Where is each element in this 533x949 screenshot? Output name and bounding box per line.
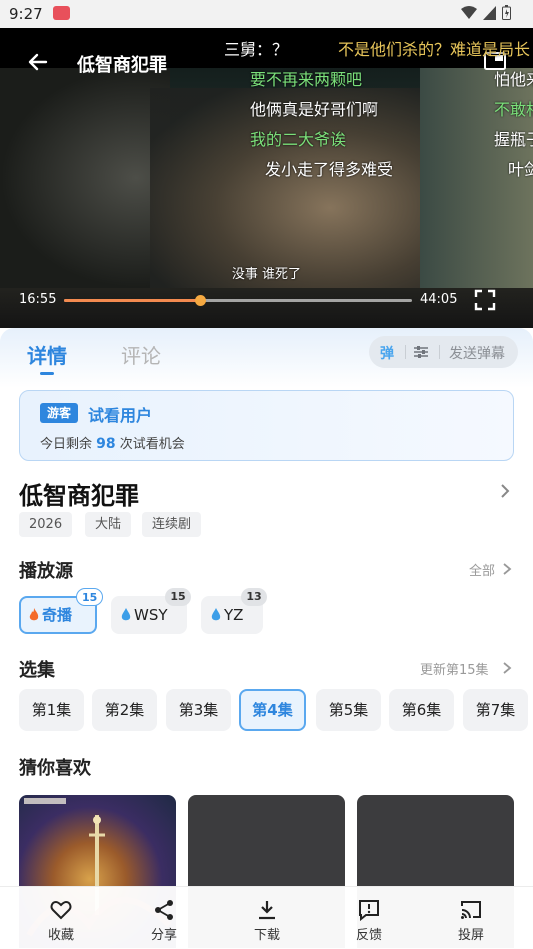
tag-region: 大陆 <box>85 512 132 537</box>
tab-detail[interactable]: 详情 <box>27 340 67 369</box>
danmaku-comment: 握瓶子 <box>494 130 533 149</box>
download-label: 下载 <box>253 928 280 943</box>
fire-icon <box>29 608 39 621</box>
guest-trial-card[interactable]: 游客 试看用户 今日剩余 98 次试看机会 <box>19 390 514 461</box>
favorite-button[interactable]: 收藏 <box>31 887 91 949</box>
source-name: 奇播 <box>42 606 73 624</box>
tab-comment[interactable]: 评论 <box>121 340 161 369</box>
chevron-right-icon[interactable] <box>499 483 511 499</box>
episode-button[interactable]: 第3集 <box>166 689 231 731</box>
feedback-button[interactable]: 反馈 <box>339 887 399 949</box>
video-frame-left <box>0 68 170 288</box>
progress-fill <box>64 299 200 302</box>
episode-button[interactable]: 第2集 <box>92 689 157 731</box>
episodes-more-link[interactable]: 更新第15集 <box>420 659 489 678</box>
drop-icon <box>211 608 221 621</box>
show-title[interactable]: 低智商犯罪 <box>19 476 139 511</box>
wifi-icon <box>461 5 477 19</box>
tab-active-indicator <box>40 372 54 375</box>
send-danmaku-button[interactable]: 发送弹幕 <box>449 343 505 363</box>
share-label: 分享 <box>150 928 177 943</box>
current-time: 16:55 <box>19 292 57 307</box>
feedback-label: 反馈 <box>355 928 382 943</box>
sources-more-link[interactable]: 全部 <box>469 560 495 579</box>
download-icon <box>259 901 275 920</box>
favorite-label: 收藏 <box>47 928 74 943</box>
video-player[interactable]: 低智商犯罪 三舅：？ 不是他们杀的？难道是局长 要不再来两颗吧 怕他来 他俩真是… <box>0 28 533 328</box>
player-title: 低智商犯罪 <box>77 55 167 76</box>
status-icons <box>461 5 511 20</box>
video-subtitle: 没事 谁死了 <box>231 267 302 282</box>
episode-button[interactable]: 第1集 <box>19 689 84 731</box>
danmaku-comment: 怕他来 <box>494 70 533 89</box>
detail-panel: 详情 评论 弹 发送弹幕 游客 试看用户 今日剩余 98 次试看机会 低智商犯罪… <box>0 328 533 948</box>
episode-button[interactable]: 第6集 <box>389 689 454 731</box>
share-icon <box>155 900 173 920</box>
recommend-title: 猜你喜欢 <box>19 758 91 779</box>
status-bar: 9:27 <box>0 0 533 28</box>
source-name: WSY <box>134 606 168 624</box>
episodes-title: 选集 <box>19 660 55 681</box>
source-button-qibo[interactable]: 奇播 15 <box>19 588 104 634</box>
tag-year: 2026 <box>19 512 73 537</box>
danmaku-toggle-button[interactable]: 弹 <box>380 343 394 363</box>
signal-icon <box>483 5 496 20</box>
danmaku-comment: 他俩真是好哥们啊 <box>250 100 379 119</box>
source-button-yz[interactable]: YZ 13 <box>201 588 267 634</box>
tag-type: 连续剧 <box>142 512 202 537</box>
trial-quota-count: 98 <box>96 436 116 452</box>
danmaku-comment: 不敢相 <box>494 100 533 119</box>
chevron-right-icon[interactable] <box>502 562 512 576</box>
danmaku-input-bar: 弹 发送弹幕 <box>369 336 518 368</box>
danmaku-comment: 我的二大爷诶 <box>250 130 347 149</box>
battery-icon <box>502 5 511 20</box>
cast-button[interactable]: 投屏 <box>441 887 501 949</box>
episode-button[interactable]: 第5集 <box>316 689 381 731</box>
heart-icon <box>50 900 72 920</box>
danmaku-comment: 三舅：？ <box>224 40 289 59</box>
danmaku-settings-icon[interactable] <box>413 344 429 360</box>
source-count-badge: 15 <box>165 588 191 606</box>
download-button[interactable]: 下载 <box>237 887 297 949</box>
danmaku-comment: 发小走了得多难受 <box>265 160 394 179</box>
status-time: 9:27 <box>9 5 43 23</box>
progress-handle[interactable] <box>194 295 206 306</box>
source-button-wsy[interactable]: WSY 15 <box>111 588 191 634</box>
trial-quota-suffix: 次试看机会 <box>119 437 185 452</box>
trial-quota: 今日剩余 98 次试看机会 <box>40 433 185 452</box>
cast-icon <box>461 901 481 919</box>
guest-name: 试看用户 <box>88 406 153 425</box>
back-arrow-icon[interactable] <box>26 50 50 74</box>
progress-bar[interactable] <box>64 295 412 306</box>
source-count-badge: 15 <box>76 588 104 606</box>
danmaku-comment: 叶剑 <box>508 160 533 179</box>
drop-icon <box>121 608 131 621</box>
duration: 44:05 <box>420 292 458 307</box>
divider <box>405 345 406 359</box>
guest-badge: 游客 <box>40 403 78 423</box>
share-button[interactable]: 分享 <box>134 887 194 949</box>
danmaku-comment: 要不再来两颗吧 <box>250 70 363 89</box>
divider <box>439 345 440 359</box>
trial-quota-prefix: 今日剩余 <box>40 437 93 452</box>
source-count-badge: 13 <box>241 588 267 606</box>
episode-button[interactable]: 第7集 <box>463 689 528 731</box>
chevron-right-icon[interactable] <box>502 661 512 675</box>
bottom-action-bar: 收藏 分享 下载 反馈 投屏 <box>0 886 533 948</box>
danmaku-comment: 不是他们杀的？难道是局长 <box>338 40 531 59</box>
fullscreen-icon[interactable] <box>474 289 496 311</box>
feedback-icon <box>359 900 379 921</box>
episode-button-active[interactable]: 第4集 <box>239 689 306 731</box>
sources-title: 播放源 <box>19 561 73 582</box>
cast-label: 投屏 <box>457 928 484 943</box>
source-name: YZ <box>224 606 244 624</box>
app-notification-icon <box>53 6 70 20</box>
